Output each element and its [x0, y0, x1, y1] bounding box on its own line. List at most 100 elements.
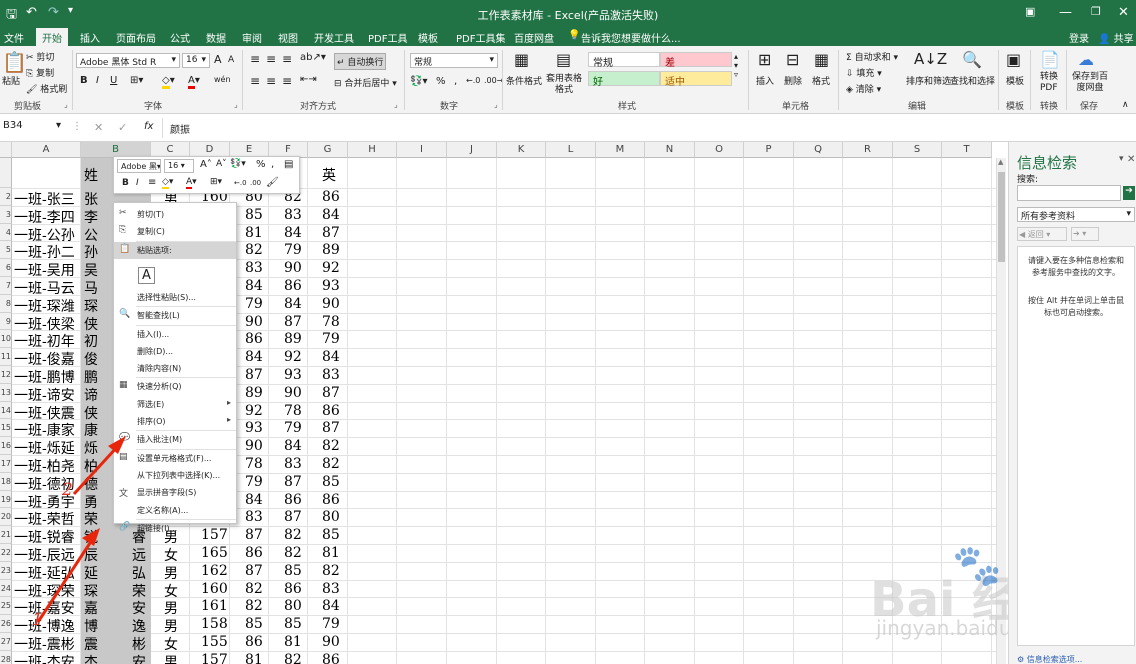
template-button[interactable]: 模板	[1006, 74, 1024, 87]
menu-item-1[interactable]: ⎘ 复制(C)	[114, 223, 236, 240]
mini-font-select[interactable]: Adobe 黑▾	[117, 159, 161, 173]
column-header-p[interactable]: P	[744, 142, 794, 158]
table-format-button[interactable]: 套用表格格式	[544, 74, 584, 96]
pane-search-input[interactable]	[1017, 185, 1121, 201]
column-header-j[interactable]: J	[447, 142, 497, 158]
column-header-o[interactable]: O	[695, 142, 744, 158]
cell-e[interactable]: 83	[245, 509, 263, 525]
cell-f[interactable]: 87	[284, 509, 302, 525]
formula-input[interactable]: 颜振	[170, 121, 190, 136]
row-header[interactable]: 18	[0, 472, 12, 491]
insert-cells-button[interactable]: 插入	[756, 74, 774, 87]
format-painter-button[interactable]: 🖌 格式刷	[26, 82, 67, 95]
cell-f[interactable]: 87	[284, 474, 302, 490]
mini-increase-decimal-icon[interactable]: ←.0	[234, 179, 247, 187]
mini-decrease-decimal-icon[interactable]: .00	[250, 179, 261, 187]
cell-e[interactable]: 84	[245, 492, 263, 508]
align-top-icon[interactable]: ≡	[250, 52, 260, 66]
cell-g[interactable]: 84	[322, 598, 340, 614]
cell-e[interactable]: 90	[245, 438, 263, 454]
align-bottom-icon[interactable]: ≡	[282, 52, 292, 66]
row-header[interactable]: 16	[0, 437, 12, 455]
cell-f[interactable]: 89	[284, 331, 302, 347]
cell-e[interactable]: 85	[245, 616, 263, 632]
row-header[interactable]: 27	[0, 633, 12, 651]
row-header[interactable]: 12	[0, 366, 12, 384]
cell-f[interactable]: 85	[284, 563, 302, 579]
cell-g[interactable]: 85	[322, 527, 340, 543]
menu-item-0[interactable]: ✂ 剪切(T)	[114, 206, 236, 223]
cell-f[interactable]: 90	[284, 260, 302, 276]
font-name-select[interactable]: Adobe 黑体 Std R ▾	[76, 53, 180, 68]
cell-e[interactable]: 79	[245, 296, 263, 312]
orientation-icon[interactable]: ab↗▾	[300, 52, 326, 63]
row-header[interactable]: 22	[0, 544, 12, 562]
cell-a[interactable]: 一班-杰安	[14, 652, 75, 664]
font-launcher-icon[interactable]: ⌟	[234, 100, 238, 109]
mini-comma-button[interactable]: ,	[271, 159, 274, 170]
cell-e[interactable]: 89	[245, 385, 263, 401]
menu-item-5[interactable]: 🔍 智能查找(L)	[114, 307, 236, 324]
underline-button[interactable]: U	[110, 75, 117, 86]
bold-button[interactable]: B	[80, 75, 88, 86]
mini-currency-icon[interactable]: 💱▾	[230, 159, 246, 169]
login-link[interactable]: 登录	[1069, 30, 1089, 45]
delete-cells-icon[interactable]: ⊟	[786, 50, 799, 69]
clipboard-launcher-icon[interactable]: ⌟	[64, 100, 68, 109]
cell-f[interactable]: 84	[284, 296, 302, 312]
sort-filter-button[interactable]: 排序和筛选	[906, 74, 951, 87]
menu-item-16[interactable]: 定义名称(A)...	[114, 502, 236, 519]
tab-templates[interactable]: 模板	[418, 30, 438, 45]
row-header[interactable]: 8	[0, 294, 12, 313]
row-header[interactable]: 15	[0, 419, 12, 438]
format-cells-icon[interactable]: ▦	[814, 50, 829, 69]
column-header-m[interactable]: M	[596, 142, 645, 158]
cell-e[interactable]: 92	[245, 403, 263, 419]
conditional-format-button[interactable]: 条件格式	[506, 74, 542, 87]
tab-page-layout[interactable]: 页面布局	[116, 30, 156, 45]
baidu-netdisk-icon[interactable]: ☁	[1078, 50, 1094, 69]
shrink-font-button[interactable]: A	[228, 55, 234, 65]
tab-review[interactable]: 审阅	[242, 30, 262, 45]
cell-g[interactable]: 81	[322, 545, 340, 561]
select-all-corner[interactable]	[0, 142, 12, 158]
cell-e[interactable]: 82	[245, 598, 263, 614]
mini-format-painter-icon[interactable]: 🖌	[266, 177, 279, 188]
cell-f[interactable]: 86	[284, 278, 302, 294]
percent-button[interactable]: %	[436, 76, 446, 87]
column-header-i[interactable]: I	[397, 142, 447, 158]
font-size-select[interactable]: 16 ▾	[182, 53, 210, 68]
grow-font-button[interactable]: A	[214, 53, 222, 66]
mini-grow-icon[interactable]: A˄	[200, 159, 212, 170]
cell-f[interactable]: 82	[284, 652, 302, 664]
column-header-h[interactable]: H	[348, 142, 397, 158]
cell-g[interactable]: 87	[322, 385, 340, 401]
conditional-format-icon[interactable]: ▦	[514, 50, 529, 69]
cell-d[interactable]: 158	[201, 616, 228, 632]
delete-cells-button[interactable]: 删除	[784, 74, 802, 87]
cell-g[interactable]: 87	[322, 420, 340, 436]
mini-fill-color-icon[interactable]: ◇▾	[162, 177, 173, 189]
clear-button[interactable]: ◈ 清除 ▾	[846, 82, 881, 95]
column-header-l[interactable]: L	[546, 142, 596, 158]
menu-item-11[interactable]: 排序(O) ▸	[114, 413, 236, 430]
menu-item-17[interactable]: 🔗 超链接(I)...	[114, 520, 236, 537]
number-launcher-icon[interactable]: ⌟	[494, 100, 498, 109]
autosum-button[interactable]: Σ 自动求和 ▾	[846, 50, 898, 63]
cell-f[interactable]: 83	[284, 456, 302, 472]
column-header-g[interactable]: G	[308, 142, 348, 158]
cell-f[interactable]: 80	[284, 598, 302, 614]
cell-g[interactable]: 80	[322, 509, 340, 525]
column-header-q[interactable]: Q	[794, 142, 843, 158]
cell-b-given[interactable]: 安	[132, 652, 146, 664]
restore-icon[interactable]: ❐	[1091, 5, 1101, 18]
cancel-icon[interactable]: ✕	[94, 121, 103, 134]
align-right-icon[interactable]: ≡	[282, 74, 292, 88]
tab-file[interactable]: 文件	[4, 30, 24, 45]
cell-e[interactable]: 78	[245, 456, 263, 472]
copy-button[interactable]: ⎘ 复制	[26, 66, 54, 79]
convert-pdf-icon[interactable]: 📄	[1040, 50, 1060, 69]
pane-options-icon[interactable]: ▾	[1119, 154, 1124, 164]
cell-e[interactable]: 87	[245, 527, 263, 543]
cell-e[interactable]: 85	[245, 207, 263, 223]
